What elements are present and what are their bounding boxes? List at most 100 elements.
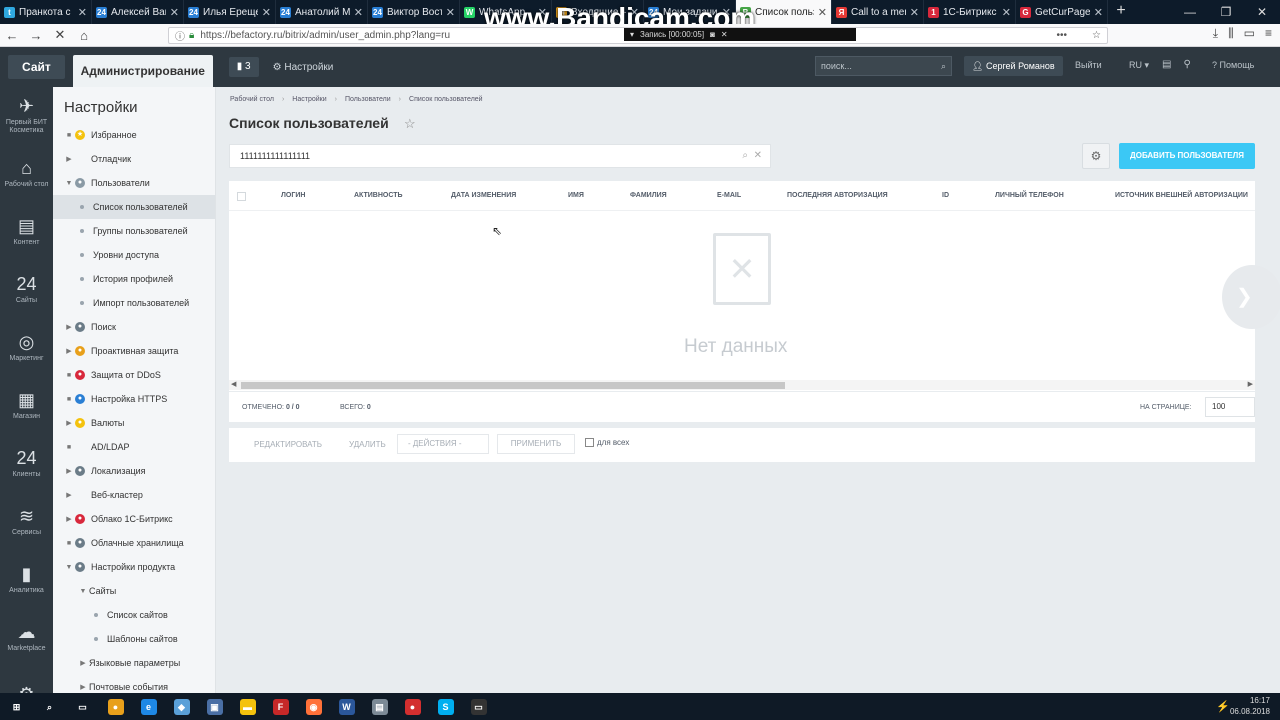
taskbar-app-chrome[interactable]: ● — [99, 693, 132, 720]
sidebar-item[interactable]: ■ ● Облачные хранилища — [53, 531, 215, 555]
system-clock[interactable]: 16:17 06.08.2018 — [1230, 695, 1270, 717]
sidebar-expand-icon[interactable]: ▼ — [63, 180, 75, 187]
sidebar-item[interactable]: ▶ Языковые параметры — [53, 651, 215, 675]
recorder-camera-icon[interactable]: ◙ — [710, 30, 715, 39]
breadcrumb-item[interactable]: Пользователи — [345, 96, 391, 103]
tab-close-icon[interactable]: ✕ — [818, 6, 827, 19]
apply-button[interactable]: ПРИМЕНИТЬ — [497, 434, 575, 454]
pin-icon[interactable]: ⚲ — [1183, 59, 1190, 70]
filter-search-input[interactable]: 1111111111111111 ⌕ ✕ — [229, 144, 771, 168]
grid-settings-button[interactable]: ⚙ — [1082, 143, 1110, 169]
sidebar-item[interactable]: ■ AD/LDAP — [53, 435, 215, 459]
favorite-star-icon[interactable]: ☆ — [404, 116, 416, 132]
browser-tab[interactable]: Я Call to a memb ✕ — [832, 0, 924, 24]
breadcrumb-item[interactable]: Рабочий стол — [230, 96, 274, 103]
page-actions-icon[interactable]: ••• — [1056, 30, 1067, 41]
next-page-arrow-icon[interactable]: ❯ — [1222, 265, 1280, 329]
delete-button[interactable]: УДАЛИТЬ — [349, 440, 386, 449]
column-header[interactable]: ДАТА ИЗМЕНЕНИЯ — [451, 192, 516, 199]
breadcrumb-item[interactable]: Настройки — [292, 96, 326, 103]
taskbar-app-task-view[interactable]: ▭ — [66, 693, 99, 720]
search-icon[interactable]: ⌕ — [941, 57, 946, 75]
recorder-close-icon[interactable]: ✕ — [721, 30, 728, 39]
select-all-checkbox[interactable] — [237, 192, 246, 201]
menu-icon[interactable]: ≡ — [1265, 26, 1272, 41]
browser-tab[interactable]: 24 Алексей Вакуле ✕ — [92, 0, 184, 24]
sidebar-expand-icon[interactable]: ■ — [63, 372, 75, 379]
sidebar-item[interactable]: История профилей — [53, 267, 215, 291]
sidebar-item[interactable]: ▶ ● Валюты — [53, 411, 215, 435]
library-icon[interactable]: ⫼ — [1228, 26, 1234, 41]
taskbar-app-filezilla[interactable]: F — [264, 693, 297, 720]
stop-icon[interactable]: ✕ — [48, 27, 72, 43]
sidebar-expand-icon[interactable]: ▶ — [63, 323, 75, 331]
left-menu-item[interactable]: ≋ Сервисы — [0, 493, 53, 551]
column-header[interactable]: ИСТОЧНИК ВНЕШНЕЙ АВТОРИЗАЦИИ — [1115, 192, 1248, 199]
browser-tab[interactable]: G GetCurPage ✕ — [1016, 0, 1108, 24]
left-menu-item[interactable]: ☁ Marketplace — [0, 609, 53, 667]
taskbar-app-search[interactable]: ⌕ — [33, 693, 66, 720]
sidebar-item[interactable]: ▶ ● Облако 1С-Битрикс — [53, 507, 215, 531]
logout-link[interactable]: Выйти — [1075, 60, 1102, 70]
sidebar-item[interactable]: ▶ ● Поиск — [53, 315, 215, 339]
site-button[interactable]: Сайт — [8, 55, 65, 79]
column-header[interactable]: АКТИВНОСТЬ — [354, 192, 403, 199]
for-all-checkbox[interactable] — [585, 438, 594, 447]
home-icon[interactable]: ⌂ — [72, 28, 96, 43]
sidebar-expand-icon[interactable]: ▶ — [63, 515, 75, 523]
admin-tab[interactable]: Администрирование — [72, 55, 213, 87]
sidebar-expand-icon[interactable]: ■ — [63, 444, 75, 451]
sidebar-item[interactable]: ▶ Почтовые события — [53, 675, 215, 693]
browser-tab[interactable]: t Пранкота с ✕ — [0, 0, 92, 24]
sidebar-item[interactable]: ■ ● Настройка HTTPS — [53, 387, 215, 411]
taskbar-app-app-network[interactable]: ▣ — [198, 693, 231, 720]
tab-close-icon[interactable]: ✕ — [170, 6, 179, 19]
tab-close-icon[interactable]: ✕ — [1094, 6, 1103, 19]
help-link[interactable]: ? Помощь — [1212, 60, 1254, 70]
breadcrumb-item[interactable]: Список пользователей — [409, 96, 483, 103]
scroll-right-icon[interactable]: ▶ — [1248, 380, 1253, 388]
sidebar-expand-icon[interactable]: ▶ — [63, 491, 75, 499]
filter-clear-icon[interactable]: ✕ — [754, 145, 762, 167]
actions-select[interactable]: - ДЕЙСТВИЯ - — [397, 434, 489, 454]
sidebar-expand-icon[interactable]: ■ — [63, 396, 75, 403]
left-menu-item[interactable]: ◎ Маркетинг — [0, 319, 53, 377]
new-tab-button[interactable]: + — [1108, 0, 1134, 24]
left-menu-item[interactable]: ▦ Магазин — [0, 377, 53, 435]
sidebar-toggle-icon[interactable]: ▭ — [1244, 26, 1255, 41]
add-user-button[interactable]: ДОБАВИТЬ ПОЛЬЗОВАТЕЛЯ — [1119, 143, 1255, 169]
sidebar-item[interactable]: ▼ ● Настройки продукта — [53, 555, 215, 579]
sidebar-item[interactable]: ▶ ● Проактивная защита — [53, 339, 215, 363]
bookmark-star-icon[interactable]: ☆ — [1092, 30, 1101, 41]
sidebar-expand-icon[interactable]: ▶ — [63, 467, 75, 475]
sidebar-item[interactable]: ▶ ● Локализация — [53, 459, 215, 483]
taskbar-app-terminal[interactable]: ▭ — [462, 693, 495, 720]
sidebar-item[interactable]: ▼ Сайты — [53, 579, 215, 603]
sidebar-item[interactable]: ■ ● Защита от DDoS — [53, 363, 215, 387]
panel-settings-icon[interactable]: ▤ — [1162, 59, 1171, 70]
column-header[interactable]: ID — [942, 192, 949, 199]
column-header[interactable]: ЛОГИН — [281, 192, 305, 199]
column-header[interactable]: E-MAIL — [717, 192, 741, 199]
perpage-select[interactable]: 100 — [1205, 397, 1255, 417]
recorder-dropdown-icon[interactable]: ▾ — [630, 30, 634, 39]
taskbar-app-app-blue[interactable]: ◆ — [165, 693, 198, 720]
sidebar-item[interactable]: Шаблоны сайтов — [53, 627, 215, 651]
sidebar-expand-icon[interactable]: ▶ — [63, 155, 75, 163]
sidebar-expand-icon[interactable]: ▶ — [77, 659, 89, 667]
column-header[interactable]: ФАМИЛИЯ — [630, 192, 667, 199]
taskbar-app-explorer[interactable]: ▬ — [231, 693, 264, 720]
scroll-left-icon[interactable]: ◀ — [231, 380, 236, 388]
notifications-button[interactable]: ▮ 3 — [228, 57, 259, 77]
sidebar-item[interactable]: Импорт пользователей — [53, 291, 215, 315]
minimize-icon[interactable]: — — [1172, 0, 1208, 24]
taskbar-app-edge[interactable]: e — [132, 693, 165, 720]
taskbar-app-app-grey[interactable]: ▤ — [363, 693, 396, 720]
sidebar-item[interactable]: Список пользователей — [53, 195, 215, 219]
left-menu-item[interactable]: ▮ Аналитика — [0, 551, 53, 609]
tab-close-icon[interactable]: ✕ — [446, 6, 455, 19]
sidebar-item[interactable]: ▶ Отладчик — [53, 147, 215, 171]
sidebar-item[interactable]: Уровни доступа — [53, 243, 215, 267]
sidebar-item[interactable]: ▶ Веб-кластер — [53, 483, 215, 507]
sidebar-expand-icon[interactable]: ▶ — [77, 683, 89, 691]
